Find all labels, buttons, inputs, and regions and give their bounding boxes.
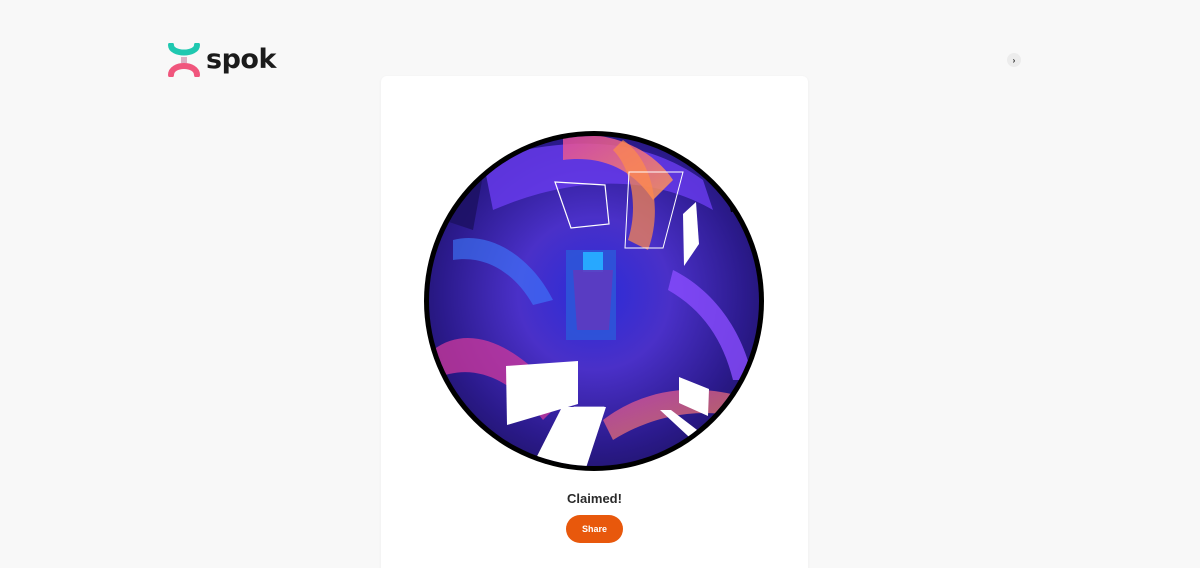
nft-artwork [414, 121, 774, 481]
account-toggle-button[interactable]: › [1007, 53, 1021, 67]
claim-status-text: Claimed! [567, 491, 622, 506]
spok-logo-icon [168, 43, 200, 77]
share-button[interactable]: Share [566, 515, 623, 543]
chevron-right-icon: › [1012, 55, 1016, 65]
spok-logo[interactable]: spok [167, 43, 276, 77]
brand-name: spok [206, 44, 276, 75]
page: spok › Claimed! Share [0, 0, 1200, 568]
nft-claim-card: Claimed! Share [381, 76, 808, 568]
